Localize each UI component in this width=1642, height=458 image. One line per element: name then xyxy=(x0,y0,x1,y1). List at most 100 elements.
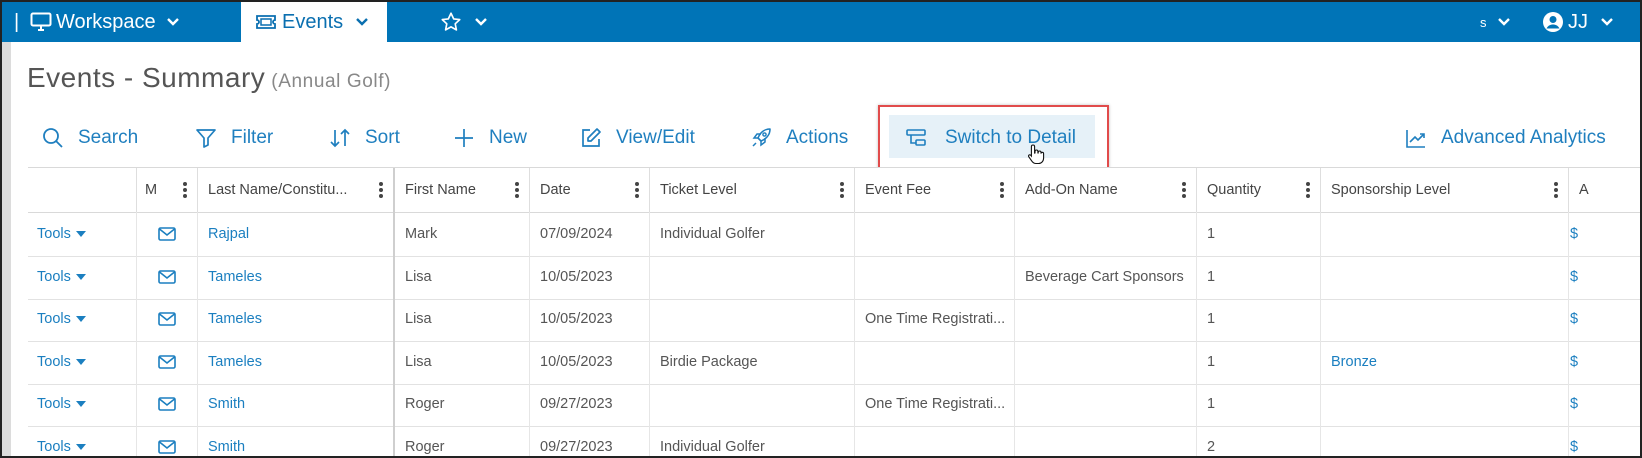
ticket-level-cell: Individual Golfer xyxy=(650,425,855,456)
tools-menu-text[interactable]: Tools xyxy=(37,226,71,242)
tools-menu[interactable]: Tools xyxy=(28,425,137,456)
a-cell-text: $ xyxy=(1570,226,1579,242)
header-a[interactable]: A xyxy=(1569,168,1640,212)
workspace-menu[interactable]: Workspace xyxy=(30,2,180,42)
tools-menu-text[interactable]: Tools xyxy=(37,269,71,285)
caret-down-icon[interactable] xyxy=(75,358,86,365)
tools-menu-text[interactable]: Tools xyxy=(37,354,71,370)
filter-button[interactable]: Filter xyxy=(195,118,273,158)
date-cell: 07/09/2024 xyxy=(530,212,650,256)
header-sponsorship-level-label: Sponsorship Level xyxy=(1331,182,1451,198)
advanced-analytics-label: Advanced Analytics xyxy=(1441,127,1606,148)
sponsorship-level-cell xyxy=(1321,254,1569,299)
caret-down-icon[interactable] xyxy=(75,231,86,237)
column-menu-icon[interactable] xyxy=(1000,182,1004,198)
caret-down-icon[interactable] xyxy=(75,316,86,323)
column-menu-icon[interactable] xyxy=(183,182,187,198)
sort-button[interactable]: Sort xyxy=(329,118,400,158)
advanced-analytics-button[interactable]: Advanced Analytics xyxy=(1405,118,1606,158)
user-menu[interactable]: JJ xyxy=(1542,2,1614,42)
column-menu-icon[interactable] xyxy=(515,182,519,198)
column-menu-icon[interactable] xyxy=(379,182,383,198)
header-quantity[interactable]: Quantity xyxy=(1197,168,1321,212)
ticket-level-cell-text: Birdie Package xyxy=(660,353,758,370)
event-fee-cell-text: One Time Registrati... xyxy=(865,311,1006,328)
header-last-name-label: Last Name/Constitu... xyxy=(208,182,348,198)
header-event-fee[interactable]: Event Fee xyxy=(855,168,1015,212)
header-ticket-level[interactable]: Ticket Level xyxy=(650,168,855,212)
rocket-icon xyxy=(752,128,771,147)
last-name-link-text[interactable]: Tameles xyxy=(208,354,262,370)
last-name-link-text[interactable]: Rajpal xyxy=(208,226,249,242)
date-cell-text: 10/05/2023 xyxy=(540,353,613,370)
tools-menu[interactable]: Tools xyxy=(28,297,137,342)
a-cell: $ xyxy=(1569,425,1640,456)
header-first-name[interactable]: First Name xyxy=(395,168,530,212)
envelope-icon[interactable] xyxy=(158,354,176,369)
column-menu-icon[interactable] xyxy=(635,182,639,198)
column-menu-icon[interactable] xyxy=(1306,182,1310,198)
actions-button[interactable]: Actions xyxy=(750,118,848,158)
tools-menu-text[interactable]: Tools xyxy=(37,439,71,455)
last-name-link[interactable]: Tameles xyxy=(198,297,395,342)
caret-down-icon[interactable] xyxy=(75,273,86,280)
a-cell-text: $ xyxy=(1570,439,1579,455)
tools-menu[interactable]: Tools xyxy=(28,382,137,427)
favorites-menu[interactable] xyxy=(440,2,488,42)
tools-menu-text[interactable]: Tools xyxy=(37,311,71,327)
quantity-cell-text: 2 xyxy=(1207,439,1216,455)
envelope-icon[interactable] xyxy=(158,397,176,412)
first-name-cell: Lisa xyxy=(395,297,530,342)
last-name-link[interactable]: Tameles xyxy=(198,254,395,299)
quantity-cell-text: 1 xyxy=(1207,353,1216,370)
ticket-level-cell xyxy=(650,382,855,427)
column-menu-icon[interactable] xyxy=(840,182,844,198)
truncated-menu[interactable]: s xyxy=(1480,2,1511,42)
last-name-link[interactable]: Smith xyxy=(198,425,395,456)
tools-menu[interactable]: Tools xyxy=(28,254,137,299)
tools-menu-text[interactable]: Tools xyxy=(37,396,71,412)
last-name-link-text[interactable]: Tameles xyxy=(208,269,262,285)
event-fee-cell-text: One Time Registrati... xyxy=(865,396,1006,413)
events-tab[interactable]: Events xyxy=(241,2,387,42)
header-last-name[interactable]: Last Name/Constitu... xyxy=(198,168,395,212)
last-name-link[interactable]: Tameles xyxy=(198,339,395,384)
last-name-link-text[interactable]: Tameles xyxy=(208,311,262,327)
new-button[interactable]: New xyxy=(453,118,527,158)
column-menu-icon[interactable] xyxy=(1554,182,1558,198)
a-cell-text: $ xyxy=(1570,353,1579,370)
tools-menu[interactable]: Tools xyxy=(28,339,137,384)
envelope-icon[interactable] xyxy=(158,440,176,454)
last-name-link-text[interactable]: Smith xyxy=(208,396,245,412)
sponsorship-level-cell xyxy=(1321,425,1569,456)
first-name-cell-text: Roger xyxy=(405,439,445,455)
envelope-icon[interactable] xyxy=(158,312,176,326)
envelope-icon[interactable] xyxy=(158,269,176,284)
search-button[interactable]: Search xyxy=(42,118,138,158)
quantity-cell: 1 xyxy=(1197,382,1321,427)
envelope-icon[interactable] xyxy=(158,227,176,241)
last-name-link[interactable]: Rajpal xyxy=(198,212,395,256)
date-cell-text: 10/05/2023 xyxy=(540,268,613,285)
last-name-link-text[interactable]: Smith xyxy=(208,439,245,455)
caret-down-icon[interactable] xyxy=(75,401,86,408)
ticket-level-cell-text: Individual Golfer xyxy=(660,226,765,242)
header-add-on-name[interactable]: Add-On Name xyxy=(1015,168,1197,212)
header-a-label: A xyxy=(1579,182,1589,198)
column-menu-icon[interactable] xyxy=(1182,182,1186,198)
switch-to-detail-button[interactable]: Switch to Detail xyxy=(905,118,1076,158)
last-name-link[interactable]: Smith xyxy=(198,382,395,427)
sponsorship-level-cell: Bronze xyxy=(1321,339,1569,384)
header-sponsorship-level[interactable]: Sponsorship Level xyxy=(1321,168,1569,212)
caret-down-icon[interactable] xyxy=(75,444,86,450)
header-m[interactable]: M xyxy=(137,168,198,212)
view-edit-button[interactable]: View/Edit xyxy=(580,118,695,158)
header-date-label: Date xyxy=(540,182,571,198)
user-avatar-icon xyxy=(1543,12,1563,32)
tools-menu[interactable]: Tools xyxy=(28,212,137,256)
first-name-cell: Roger xyxy=(395,425,530,456)
add-on-name-cell-text: Beverage Cart Sponsors xyxy=(1025,268,1184,285)
header-date[interactable]: Date xyxy=(530,168,650,212)
header-add-on-name-label: Add-On Name xyxy=(1025,182,1118,198)
chevron-down-icon xyxy=(1497,18,1510,26)
